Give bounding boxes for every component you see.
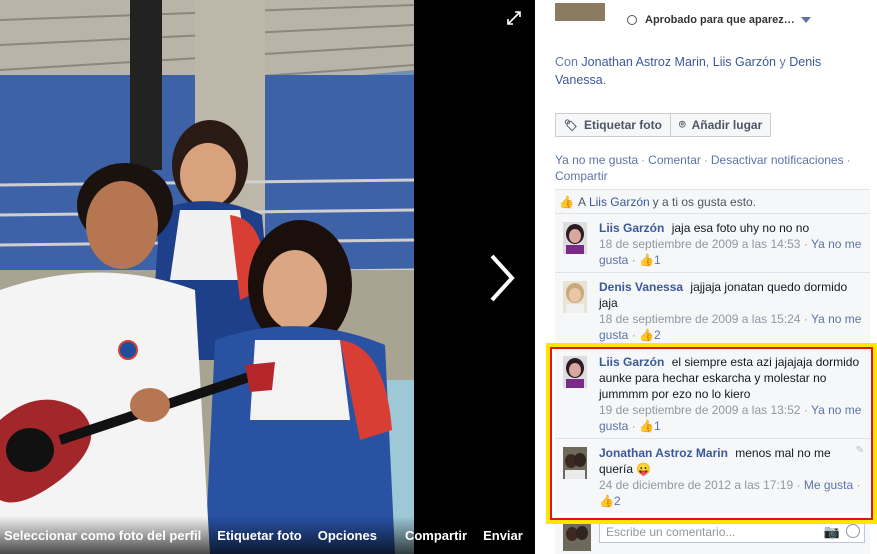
comment-author[interactable]: Jonathan Astroz Marin xyxy=(599,446,728,460)
comment-like-count[interactable]: 1 xyxy=(654,253,661,267)
make-profile-picture-link[interactable]: Seleccionar como foto del perfil xyxy=(4,528,201,543)
thumbs-up-icon[interactable]: 👍 xyxy=(599,494,614,508)
chevron-right-icon[interactable] xyxy=(484,250,520,306)
tagged-separator: , xyxy=(705,55,710,69)
privacy-status[interactable]: Aprobado para que aparez… xyxy=(645,14,795,26)
comment-like-link[interactable]: Me gusta xyxy=(804,478,853,492)
comment-composer: Escribe un comentario... 📷 xyxy=(555,517,870,554)
send-link[interactable]: Enviar xyxy=(483,528,523,543)
location-pin-icon: ⌾ xyxy=(678,118,686,131)
avatar[interactable] xyxy=(563,356,587,388)
comment-author[interactable]: Denis Vanessa xyxy=(599,280,683,294)
share-link[interactable]: Compartir xyxy=(555,169,608,183)
avatar xyxy=(563,521,591,551)
comment-author[interactable]: Liis Garzón xyxy=(599,355,664,369)
comment-author[interactable]: Liis Garzón xyxy=(599,221,664,235)
comment-item: Liis Garzón jaja esa foto uhy no no no 1… xyxy=(555,214,870,273)
liker-link[interactable]: Liis Garzón xyxy=(589,195,650,209)
comment-text: jaja esa foto uhy no no no xyxy=(671,221,810,235)
comment-timestamp[interactable]: 19 de septiembre de 2009 a las 13:52 xyxy=(599,403,800,417)
tagged-person-link[interactable]: Liis Garzón xyxy=(713,55,776,69)
emoji-icon[interactable] xyxy=(846,524,860,538)
thumbs-up-icon[interactable]: 👍 xyxy=(639,253,654,267)
options-link[interactable]: Opciones xyxy=(318,528,377,543)
comment-like-count[interactable]: 2 xyxy=(654,328,661,342)
privacy-row: Aprobado para que aparez… xyxy=(555,3,811,30)
expand-icon[interactable] xyxy=(506,10,522,26)
comment-item: ✎ Jonathan Astroz Marin menos mal no me … xyxy=(555,439,870,513)
avatar[interactable] xyxy=(563,222,587,254)
add-place-label: Añadir lugar xyxy=(691,118,763,132)
caret-down-icon[interactable] xyxy=(800,17,811,23)
photo-buttons: 🏷 Etiquetar foto ⌾ Añadir lugar xyxy=(555,113,772,137)
tag-icon: 🏷 xyxy=(564,119,578,132)
comment-like-count[interactable]: 1 xyxy=(654,419,661,433)
with-prefix: Con xyxy=(555,55,578,69)
notifications-link[interactable]: Desactivar notificaciones xyxy=(711,153,844,167)
thumbs-up-icon[interactable]: 👍 xyxy=(639,328,654,342)
unlike-link[interactable]: Ya no me gusta xyxy=(555,153,638,167)
tag-photo-button[interactable]: 🏷 Etiquetar foto xyxy=(555,113,671,137)
photo-sidebar: Aprobado para que aparez… Con Jonathan A… xyxy=(535,0,877,554)
tagged-people: Con Jonathan Astroz Marin, Liis Garzón y… xyxy=(555,55,822,87)
comment-timestamp[interactable]: 18 de septiembre de 2009 a las 15:24 xyxy=(599,312,800,326)
likes-sentence: 👍 A Liis Garzón y a ti os gusta esto. xyxy=(555,190,870,214)
comment-timestamp[interactable]: 24 de diciembre de 2012 a las 17:19 xyxy=(599,478,793,492)
thumbs-up-icon[interactable]: 👍 xyxy=(639,419,654,433)
photo-action-bar: Seleccionar como foto del perfil Etiquet… xyxy=(0,516,535,554)
add-place-button[interactable]: ⌾ Añadir lugar xyxy=(670,113,772,137)
comment-link[interactable]: Comentar xyxy=(648,153,701,167)
comment-item: Denis Vanessa jajjaja jonatan quedo dorm… xyxy=(555,273,870,348)
tag-photo-link[interactable]: Etiquetar foto xyxy=(217,528,302,543)
comment-timestamp[interactable]: 18 de septiembre de 2009 a las 14:53 xyxy=(599,237,800,251)
comments-section: 👍 A Liis Garzón y a ti os gusta esto. Li… xyxy=(555,189,870,513)
owner-avatar[interactable] xyxy=(555,3,605,21)
post-actions: Ya no me gusta · Comentar · Desactivar notif… xyxy=(555,153,851,183)
avatar[interactable] xyxy=(563,281,587,313)
tag-photo-label: Etiquetar foto xyxy=(583,118,662,132)
comment-item: Liis Garzón el siempre esta azi jajajaja… xyxy=(555,348,870,439)
share-link[interactable]: Compartir xyxy=(405,528,467,543)
avatar[interactable] xyxy=(563,447,587,479)
pencil-icon[interactable]: ✎ xyxy=(856,445,864,456)
photo[interactable] xyxy=(0,0,414,554)
camera-icon[interactable]: 📷 xyxy=(824,524,840,540)
audience-icon xyxy=(627,15,637,25)
thumbs-up-icon: 👍 xyxy=(559,194,574,209)
tagged-person-link[interactable]: Jonathan Astroz Marin xyxy=(581,55,705,69)
comment-like-count[interactable]: 2 xyxy=(614,494,621,508)
with-and: y xyxy=(779,55,786,69)
photo-viewer: Seleccionar como foto del perfil Etiquet… xyxy=(0,0,535,554)
